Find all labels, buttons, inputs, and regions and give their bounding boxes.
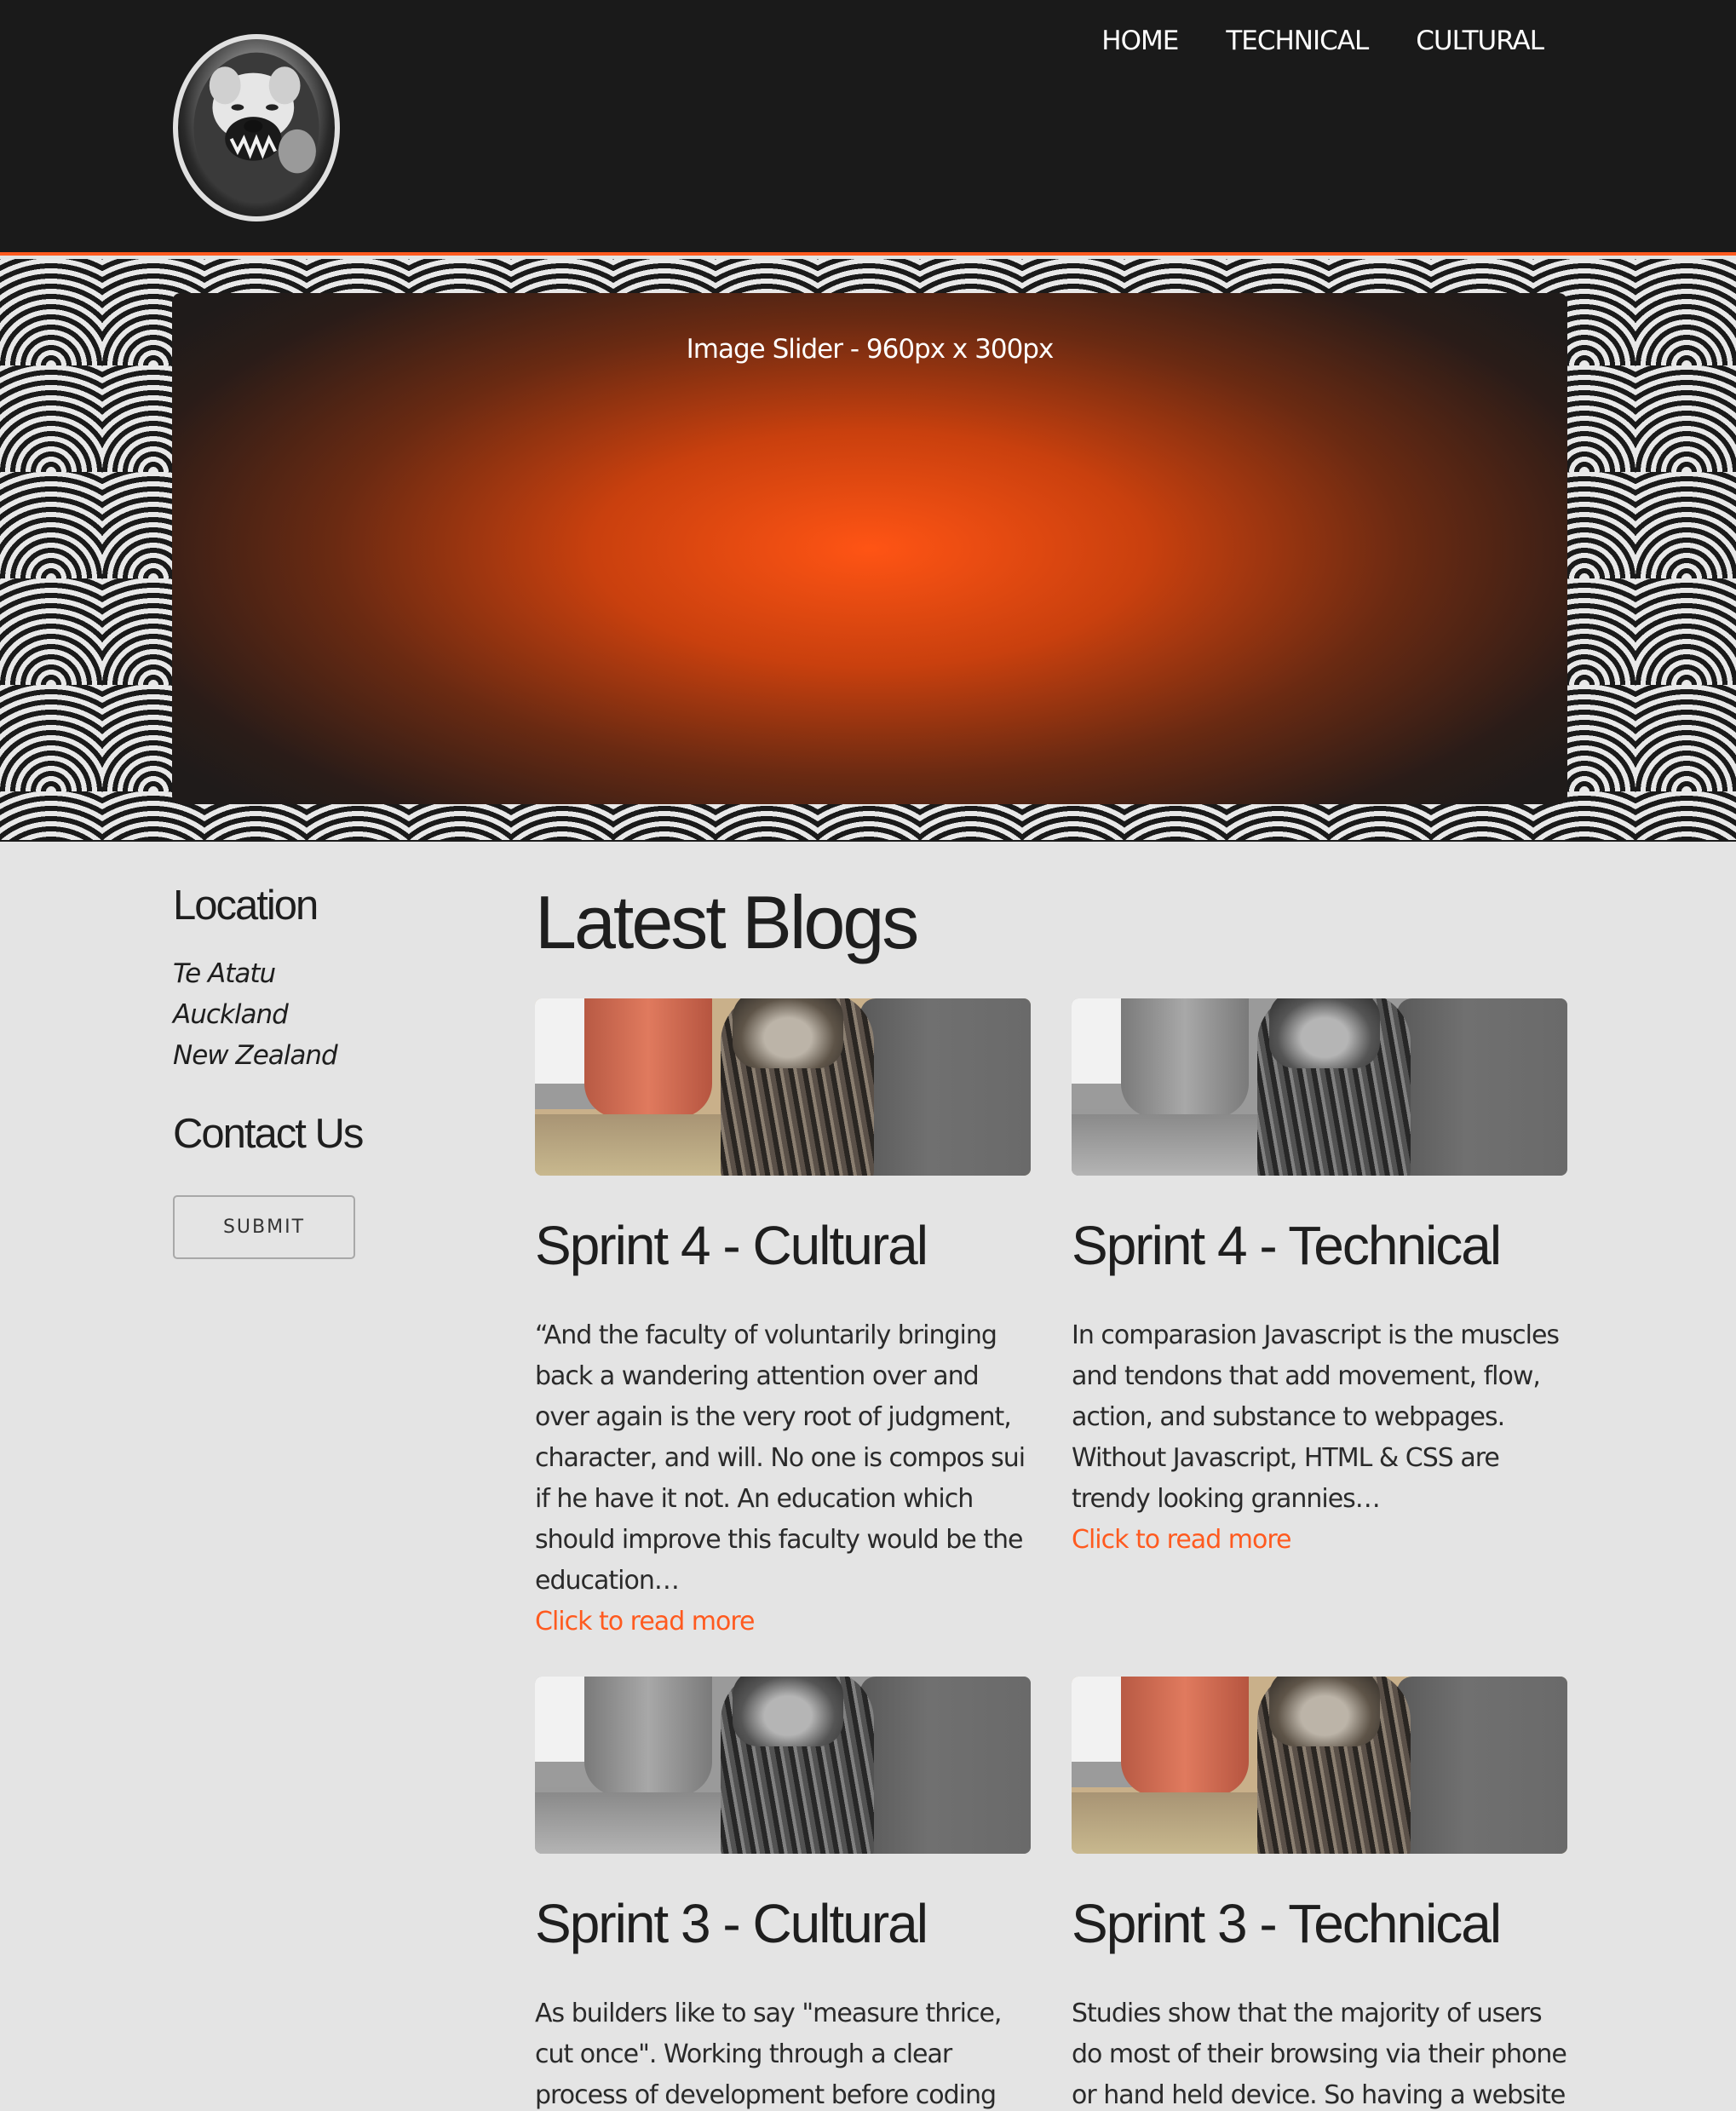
blog-card-excerpt: Studies show that the majority of users … (1072, 1999, 1567, 2110)
blog-card-excerpt: “And the faculty of voluntarily bringing… (535, 1320, 1026, 1596)
address-line-suburb: Te Atatu (173, 958, 276, 989)
nav-technical-link[interactable]: TECHNICAL (1226, 26, 1369, 56)
read-more-link[interactable]: Click to read more (1072, 1520, 1567, 1561)
blog-card-image[interactable] (535, 1677, 1031, 1854)
nav-home-link[interactable]: HOME (1101, 26, 1179, 56)
hero-banner: Image Slider - 960px x 300px (0, 259, 1736, 842)
blog-card: Sprint 3 - Cultural As builders like to … (535, 1677, 1031, 2111)
location-heading: Location (173, 883, 319, 929)
blog-grid: Sprint 4 - Cultural “And the faculty of … (535, 998, 1567, 2111)
blog-card-excerpt: In comparasion Javascript is the muscles… (1072, 1320, 1560, 1514)
blog-card-title[interactable]: Sprint 4 - Cultural (535, 1213, 1031, 1278)
latest-blogs-section: Latest Blogs Sprint 4 - Cultural “And th… (535, 879, 1567, 2110)
contact-heading: Contact Us (173, 1111, 364, 1157)
dog-face-icon (193, 52, 319, 204)
blog-card-excerpt: As builders like to say "measure thrice,… (535, 1999, 1002, 2110)
blogs-title: Latest Blogs (535, 880, 919, 964)
nav-cultural-link[interactable]: CULTURAL (1416, 26, 1544, 56)
address-line-city: Auckland (173, 999, 289, 1030)
logo-dog-avatar[interactable] (173, 34, 340, 221)
address-block: Te Atatu Auckland New Zealand (173, 953, 514, 1076)
blog-card-image[interactable] (535, 998, 1031, 1176)
slider-caption: Image Slider - 960px x 300px (686, 334, 1055, 365)
image-slider[interactable]: Image Slider - 960px x 300px (172, 293, 1567, 804)
sidebar: Location Te Atatu Auckland New Zealand C… (173, 882, 514, 1259)
blog-card-title[interactable]: Sprint 3 - Technical (1072, 1891, 1567, 1956)
blog-card: Sprint 4 - Technical In comparasion Java… (1072, 998, 1567, 1642)
read-more-link[interactable]: Click to read more (535, 1602, 1031, 1642)
blog-card-title[interactable]: Sprint 4 - Technical (1072, 1213, 1567, 1278)
address-line-country: New Zealand (173, 1040, 338, 1071)
site-header: HOME TECHNICAL CULTURAL (0, 0, 1736, 256)
submit-button[interactable]: SUBMIT (173, 1195, 355, 1259)
main-nav: HOME TECHNICAL CULTURAL (1101, 26, 1544, 56)
blog-card-image[interactable] (1072, 1677, 1567, 1854)
blog-card: Sprint 3 - Technical Studies show that t… (1072, 1677, 1567, 2111)
blog-card: Sprint 4 - Cultural “And the faculty of … (535, 998, 1031, 1642)
blog-card-image[interactable] (1072, 998, 1567, 1176)
blog-card-title[interactable]: Sprint 3 - Cultural (535, 1891, 1031, 1956)
